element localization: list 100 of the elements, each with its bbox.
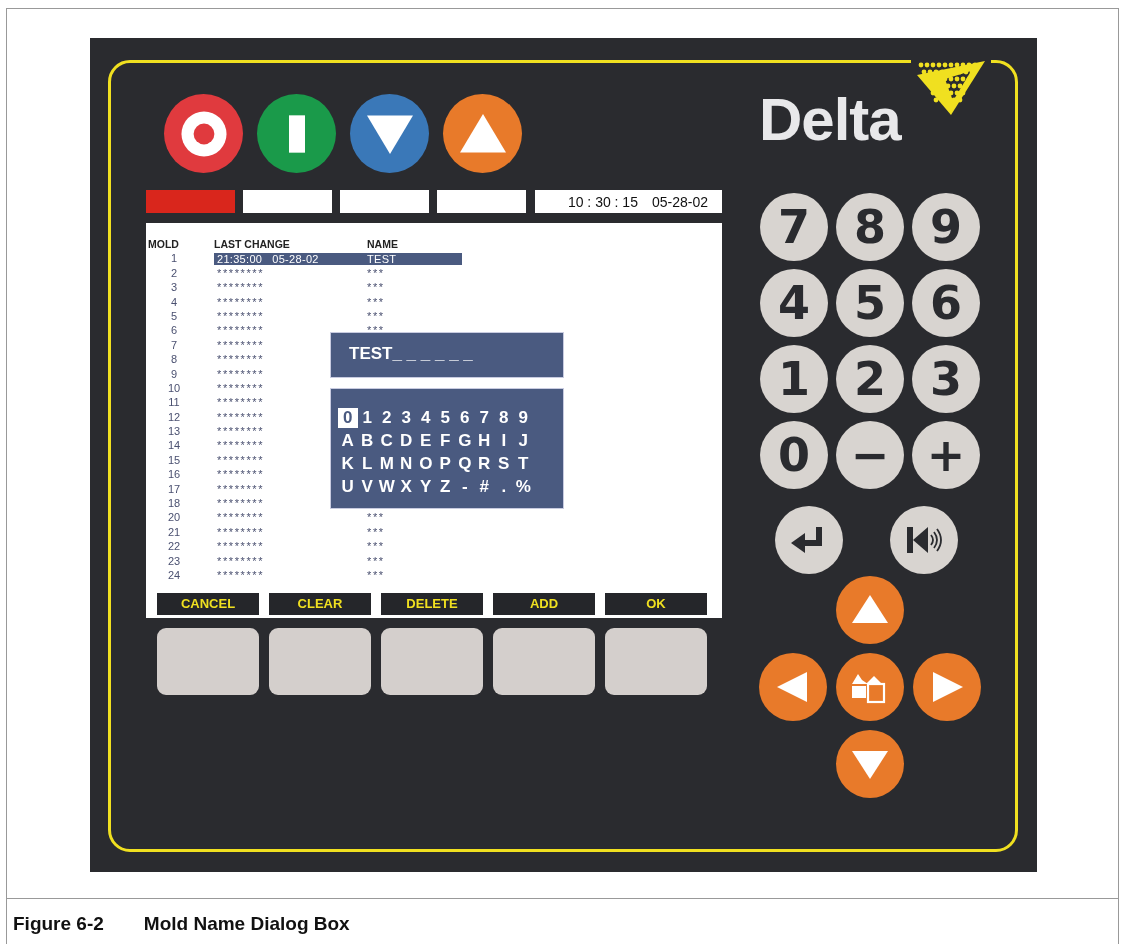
- column-header: NAME: [367, 237, 399, 249]
- table-cell: 21:35:00 05-28-02: [214, 252, 367, 265]
- character-key[interactable]: .: [494, 477, 514, 497]
- keypad-key[interactable]: 1: [760, 345, 828, 413]
- keypad-key[interactable]: 7: [760, 193, 828, 261]
- character-key[interactable]: Y: [416, 477, 436, 497]
- character-key[interactable]: 1: [357, 408, 377, 428]
- character-key[interactable]: Z: [435, 477, 455, 497]
- character-key[interactable]: C: [377, 431, 397, 451]
- keypad-key[interactable]: 4: [760, 269, 828, 337]
- keypad-key[interactable]: 6: [912, 269, 980, 337]
- character-key[interactable]: 0: [338, 408, 358, 428]
- character-key[interactable]: #: [474, 477, 494, 497]
- table-cell-text: ********: [216, 467, 265, 482]
- character-key[interactable]: R: [474, 454, 494, 474]
- character-key[interactable]: %: [513, 477, 533, 497]
- character-key[interactable]: 7: [474, 408, 494, 428]
- table-cell: 23: [167, 553, 181, 568]
- table-cell: 11: [168, 395, 180, 410]
- softkey-label: OK: [605, 593, 707, 615]
- table-cell: 6: [170, 323, 178, 338]
- keypad-key[interactable]: +: [912, 421, 980, 489]
- logo-text: Delta: [759, 85, 901, 154]
- character-key[interactable]: K: [338, 454, 358, 474]
- table-cell: 13: [167, 424, 181, 439]
- table-cell: 22: [167, 539, 181, 554]
- character-key[interactable]: 3: [396, 408, 416, 428]
- table-cell: ***: [367, 539, 385, 554]
- softkey-label: DELETE: [381, 593, 483, 615]
- table-cell: ***: [367, 308, 385, 324]
- character-key[interactable]: X: [396, 477, 416, 497]
- character-key[interactable]: I: [494, 431, 514, 451]
- table-cell-text: ********: [216, 395, 265, 410]
- table-cell-text: ********: [216, 438, 265, 453]
- table-cell-text: ********: [216, 452, 265, 468]
- keypad-key[interactable]: 3: [912, 345, 980, 413]
- character-key[interactable]: N: [396, 454, 416, 474]
- table-cell: ***: [367, 510, 385, 525]
- character-key[interactable]: 5: [435, 408, 455, 428]
- character-key[interactable]: 6: [455, 408, 475, 428]
- table-cell: 7: [170, 337, 178, 353]
- table-cell: ***: [367, 294, 385, 309]
- character-key[interactable]: J: [513, 431, 533, 451]
- character-key[interactable]: G: [455, 431, 475, 451]
- table-cell: 8: [170, 352, 178, 367]
- keypad-key[interactable]: 5: [836, 269, 904, 337]
- table-cell-text: ********: [216, 510, 265, 525]
- table-cell-text: ********: [216, 568, 265, 583]
- character-key[interactable]: E: [416, 431, 436, 451]
- table-cell-text: ********: [216, 424, 265, 439]
- character-key[interactable]: H: [474, 431, 494, 451]
- name-entry-field[interactable]: TEST_ _ _ _ _ _: [330, 332, 564, 378]
- table-cell: 16: [167, 467, 181, 482]
- table-cell: 18: [167, 496, 181, 511]
- character-key[interactable]: Q: [455, 454, 475, 474]
- character-key[interactable]: M: [377, 454, 397, 474]
- character-key[interactable]: V: [357, 477, 377, 497]
- character-key[interactable]: W: [377, 477, 397, 497]
- table-cell: ***: [367, 553, 385, 568]
- table-cell-text: ********: [216, 352, 265, 367]
- character-key[interactable]: P: [435, 454, 455, 474]
- character-key[interactable]: -: [455, 477, 475, 497]
- table-cell: 14: [167, 438, 181, 453]
- table-cell-text: ********: [216, 280, 265, 295]
- softkey-label: CANCEL: [157, 593, 259, 615]
- character-key[interactable]: U: [338, 477, 358, 497]
- table-cell: 3: [170, 280, 178, 295]
- keypad-key[interactable]: 2: [836, 345, 904, 413]
- character-key[interactable]: 9: [513, 408, 533, 428]
- table-cell-text: ********: [216, 366, 265, 381]
- keypad-key[interactable]: 9: [912, 193, 980, 261]
- keypad-key[interactable]: 8: [836, 193, 904, 261]
- clock-date: 05-28-02: [651, 193, 708, 210]
- table-cell-text: ********: [216, 380, 265, 396]
- character-key[interactable]: F: [435, 431, 455, 451]
- character-key[interactable]: 2: [377, 408, 397, 428]
- keypad-key[interactable]: 0: [760, 421, 828, 489]
- table-cell-text: ********: [216, 553, 265, 568]
- table-cell: 10: [167, 380, 181, 396]
- character-key[interactable]: 4: [416, 408, 436, 428]
- character-key[interactable]: L: [357, 454, 377, 474]
- character-key[interactable]: B: [357, 431, 377, 451]
- character-key[interactable]: 8: [494, 408, 514, 428]
- table-cell-text: ********: [216, 409, 265, 425]
- table-cell-text: ********: [216, 539, 265, 554]
- character-key[interactable]: T: [513, 454, 533, 474]
- table-cell-text: ********: [216, 294, 265, 309]
- keypad-key[interactable]: −: [836, 421, 904, 489]
- character-key[interactable]: S: [494, 454, 514, 474]
- character-key[interactable]: A: [338, 431, 358, 451]
- table-cell-text: ********: [216, 308, 265, 324]
- table-cell-text: ********: [216, 496, 265, 511]
- figure-title: Mold Name Dialog Box: [143, 913, 350, 935]
- figure-number: Figure 6-2: [13, 913, 104, 935]
- character-key[interactable]: O: [416, 454, 436, 474]
- table-cell-text: ********: [216, 524, 265, 540]
- clock-time: 10 : 30 : 15: [567, 193, 638, 210]
- character-key[interactable]: D: [396, 431, 416, 451]
- table-cell: ***: [367, 524, 385, 540]
- table-cell: 4: [170, 294, 178, 309]
